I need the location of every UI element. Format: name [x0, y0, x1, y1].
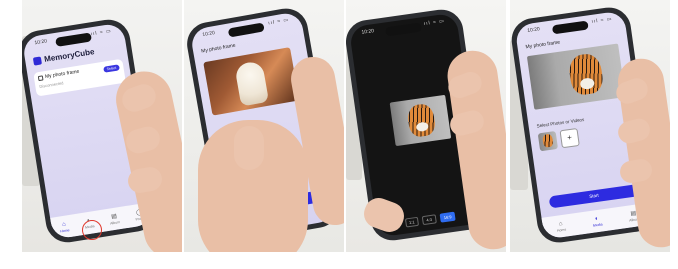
album-icon: ▤	[110, 213, 118, 220]
status-time: 10:20	[34, 38, 48, 47]
status-time: 10:20	[526, 26, 541, 34]
step-4-panel: 10:20 ııl ≈ ▭ My photo frame Select Phot…	[510, 0, 670, 252]
status-signal: ııl ≈ ▭	[591, 16, 613, 25]
status-time: 10:20	[361, 28, 375, 36]
tiger-thumb-image	[541, 133, 554, 148]
tab-home-label: Home	[59, 227, 70, 234]
status-time: 10:20	[201, 30, 216, 39]
home-icon: ⌂	[61, 221, 67, 228]
frame-icon	[37, 74, 44, 81]
tab-media[interactable]: ◐ Media	[592, 215, 603, 227]
ratio-16-9[interactable]: 16:9	[439, 211, 457, 223]
tab-album-label: Album	[109, 219, 121, 226]
select-media-label: Select Photos or Videos	[536, 116, 585, 129]
tab-media-label: Media	[592, 221, 603, 228]
tab-home[interactable]: ⌂ Home	[556, 220, 567, 232]
brand-logo-icon	[32, 55, 42, 66]
tap-highlight-circle	[82, 220, 102, 240]
tiger-image	[406, 102, 437, 138]
status-signal: ııl ≈ ▭	[423, 18, 446, 28]
frame-title: My photo frame	[200, 42, 237, 55]
device-card[interactable]: My photo frame Disconnected Select	[33, 58, 126, 97]
dynamic-island	[551, 20, 589, 35]
dynamic-island	[55, 32, 93, 47]
ratio-4-3[interactable]: 4:3	[421, 214, 437, 226]
crop-preview[interactable]	[389, 94, 452, 147]
step-3-panel: 10:20 ııl ≈ ▭ ↻ 1:1 4:3 16:9	[346, 0, 506, 252]
tab-album[interactable]: ▤ Album	[109, 213, 121, 226]
frame-title: My photo frame	[525, 39, 561, 51]
frame-photo	[526, 43, 626, 110]
step-2-panel: 10:20 ııl ≈ ▭ My photo frame Select Phot…	[184, 0, 344, 252]
brand-name: MemoryCube	[43, 47, 96, 64]
selected-thumbnail[interactable]	[537, 131, 559, 152]
tiger-image	[567, 52, 605, 97]
tab-home[interactable]: ⌂ Home	[59, 221, 70, 233]
frame-photo	[203, 47, 300, 116]
thumb-finger	[234, 126, 264, 170]
add-media-button[interactable]: +	[559, 127, 580, 149]
status-signal: ııl ≈ ▭	[267, 16, 290, 27]
status-signal: ııl ≈ ▭	[90, 28, 113, 38]
dog-image	[234, 60, 270, 107]
start-button[interactable]: Start	[548, 184, 640, 209]
step-1-panel: 10:20 ııl ≈ ▭ MemoryCube My photo frame …	[22, 0, 182, 252]
home-icon: ⌂	[558, 220, 563, 227]
ratio-1-1[interactable]: 1:1	[404, 216, 420, 228]
app-brand: MemoryCube	[32, 47, 96, 66]
tab-home-label: Home	[556, 227, 567, 233]
media-icon: ◐	[594, 215, 600, 222]
dynamic-island	[227, 22, 265, 38]
